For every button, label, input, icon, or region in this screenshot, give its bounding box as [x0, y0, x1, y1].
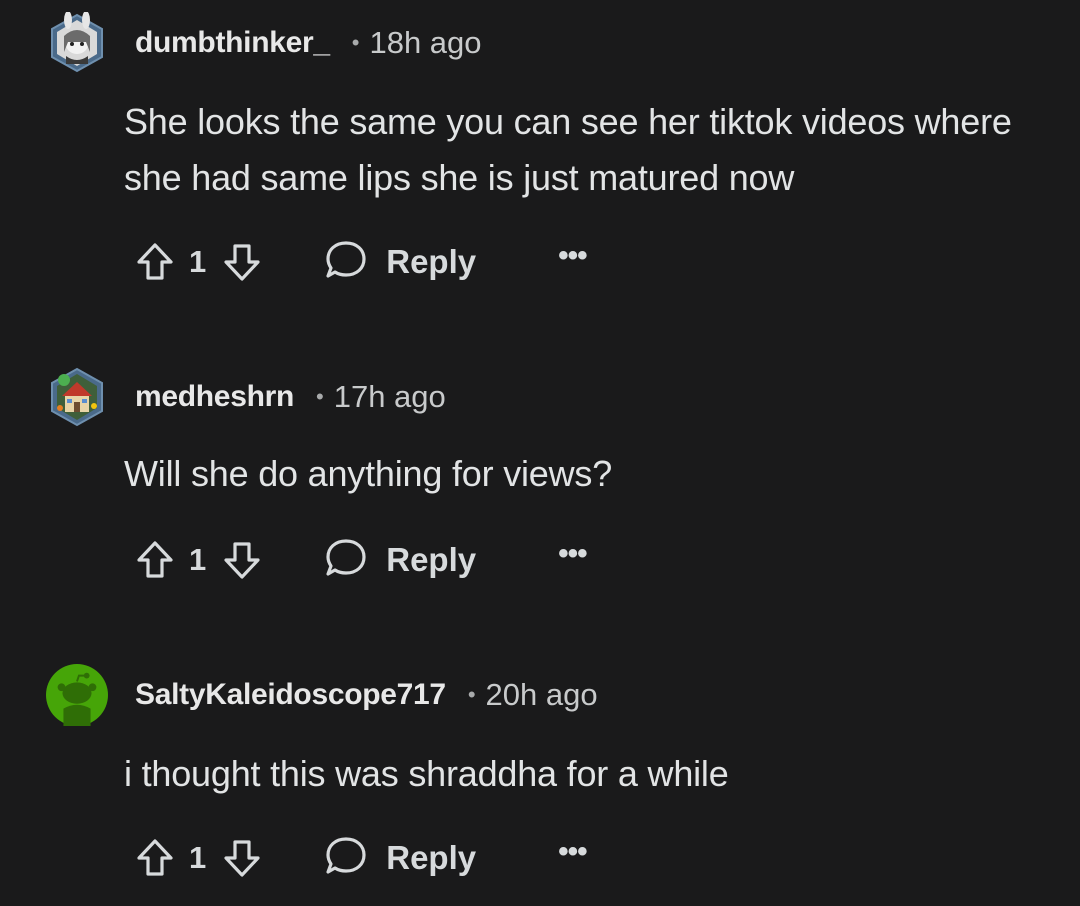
reply-button[interactable]: Reply [324, 239, 476, 286]
comment-header: dumbthinker_ • 18h ago [46, 8, 482, 78]
house-avatar-icon[interactable] [46, 366, 108, 428]
snoo-avatar-icon[interactable] [46, 664, 108, 726]
anime-avatar-icon[interactable] [46, 12, 108, 74]
comment-header: SaltyKaleidoscope717 • 20h ago [46, 660, 598, 730]
upvote-arrow-icon[interactable] [135, 538, 175, 582]
comment-text: She looks the same you can see her tikto… [124, 101, 1012, 198]
comment-text: Will she do anything for views? [124, 453, 613, 494]
username-link[interactable]: dumbthinker_ [135, 26, 330, 60]
comment-actions: 1 Reply ••• [135, 234, 588, 290]
speech-bubble-icon [324, 537, 368, 584]
comment-actions: 1 Reply ••• [135, 532, 588, 588]
more-options-button[interactable]: ••• [558, 837, 587, 879]
comment-actions: 1 Reply ••• [135, 830, 588, 886]
comment-text: i thought this was shraddha for a while [124, 753, 729, 794]
reply-button[interactable]: Reply [324, 537, 476, 584]
timestamp: 18h ago [369, 25, 482, 60]
upvote-arrow-icon[interactable] [135, 836, 175, 880]
separator-dot: • [467, 682, 476, 707]
upvote-arrow-icon[interactable] [135, 240, 175, 284]
speech-bubble-icon [324, 835, 368, 882]
reply-label: Reply [386, 839, 477, 876]
username-link[interactable]: medheshrn [135, 380, 294, 414]
separator-dot: • [316, 384, 324, 409]
timestamp: 20h ago [485, 677, 598, 712]
vote-count: 1 [189, 840, 207, 875]
reply-button[interactable]: Reply [324, 835, 476, 882]
timestamp: 17h ago [333, 379, 446, 414]
reply-label: Reply [386, 243, 477, 280]
speech-bubble-icon [324, 239, 368, 286]
reply-label: Reply [386, 541, 477, 578]
downvote-arrow-icon[interactable] [222, 836, 262, 880]
vote-count: 1 [189, 542, 207, 577]
separator-dot: • [351, 30, 360, 55]
more-options-button[interactable]: ••• [558, 539, 587, 581]
comment-header: medheshrn • 17h ago [46, 362, 446, 432]
more-options-button[interactable]: ••• [558, 241, 587, 283]
downvote-arrow-icon[interactable] [222, 240, 262, 284]
downvote-arrow-icon[interactable] [222, 538, 262, 582]
username-link[interactable]: SaltyKaleidoscope717 [135, 678, 446, 712]
vote-count: 1 [189, 244, 207, 279]
